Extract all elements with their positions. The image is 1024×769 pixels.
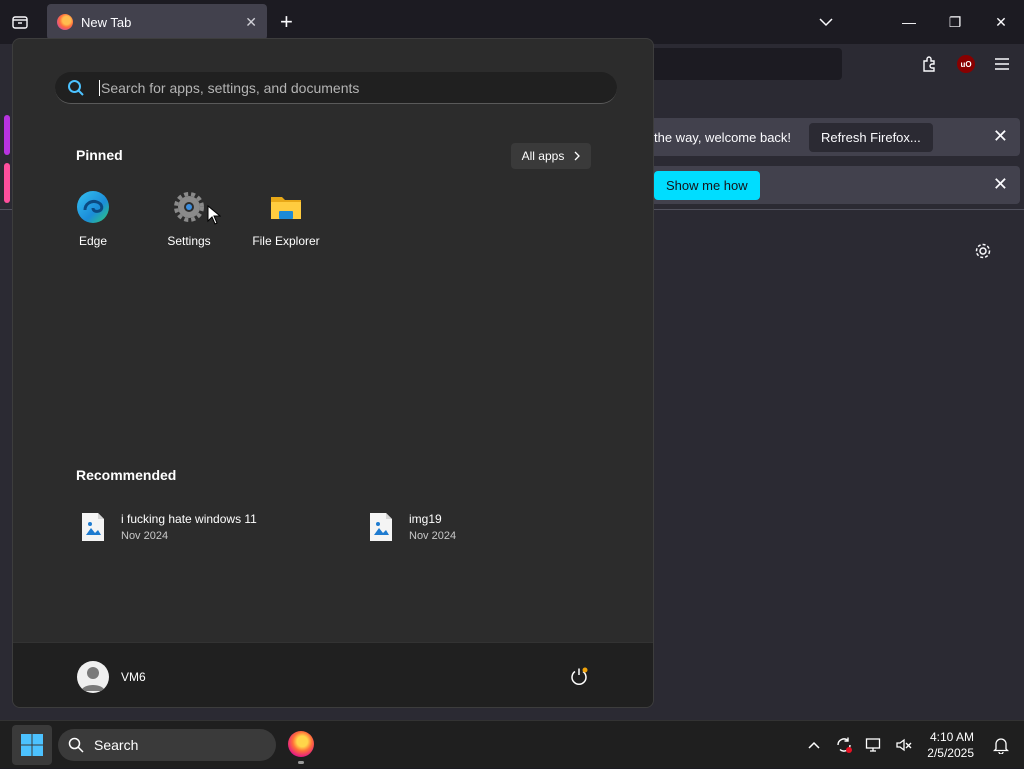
recommended-heading: Recommended bbox=[76, 467, 177, 483]
start-menu: Search for apps, settings, and documents… bbox=[12, 38, 654, 708]
close-notification-icon[interactable]: ✕ bbox=[993, 126, 1008, 147]
hamburger-menu-icon[interactable] bbox=[990, 52, 1014, 76]
page-settings-gear-icon[interactable] bbox=[972, 240, 994, 262]
edge-icon bbox=[77, 191, 109, 223]
power-icon[interactable] bbox=[569, 667, 589, 687]
firefox-icon bbox=[57, 14, 73, 30]
taskbar: Search 4:10 AM 2/5/2025 bbox=[0, 720, 1024, 768]
new-tab-button[interactable]: + bbox=[280, 10, 293, 34]
pinned-heading: Pinned bbox=[76, 147, 123, 163]
minimize-button[interactable]: — bbox=[886, 0, 932, 44]
pinned-app-label: File Explorer bbox=[252, 234, 320, 248]
firefox-taskbar-icon[interactable] bbox=[288, 731, 314, 757]
notification-message: the way, welcome back! bbox=[654, 129, 792, 145]
close-window-button[interactable]: ✕ bbox=[978, 0, 1024, 44]
pinned-app-file-explorer[interactable]: File Explorer bbox=[241, 189, 331, 248]
show-me-how-button[interactable]: Show me how bbox=[654, 170, 760, 200]
mouse-cursor-icon bbox=[207, 205, 221, 225]
image-file-icon bbox=[370, 513, 392, 541]
system-tray: 4:10 AM 2/5/2025 bbox=[799, 721, 1024, 769]
tab-close-icon[interactable]: ✕ bbox=[245, 14, 257, 31]
recommended-file-name: i fucking hate windows 11 bbox=[121, 512, 257, 526]
taskbar-search-label: Search bbox=[94, 737, 139, 753]
list-all-tabs-chevron-icon[interactable] bbox=[814, 10, 838, 34]
close-notification-icon[interactable]: ✕ bbox=[993, 174, 1008, 195]
taskbar-search[interactable]: Search bbox=[58, 729, 276, 761]
search-placeholder: Search for apps, settings, and documents bbox=[101, 79, 360, 96]
avatar[interactable] bbox=[77, 661, 109, 693]
notification-accent bbox=[4, 115, 10, 155]
recommended-file-name: img19 bbox=[409, 512, 442, 526]
ublock-origin-icon[interactable]: uO bbox=[954, 52, 978, 76]
network-icon[interactable] bbox=[859, 721, 889, 769]
recommended-item[interactable]: img19 Nov 2024 bbox=[369, 512, 456, 542]
gear-icon bbox=[174, 192, 204, 222]
pinned-app-edge[interactable]: Edge bbox=[48, 189, 138, 248]
start-button[interactable] bbox=[12, 725, 52, 765]
notification-accent bbox=[4, 163, 10, 203]
image-file-icon bbox=[82, 513, 104, 541]
system-clock[interactable]: 4:10 AM 2/5/2025 bbox=[927, 729, 974, 761]
refresh-firefox-button[interactable]: Refresh Firefox... bbox=[809, 122, 933, 152]
show-hidden-icons-chevron-icon[interactable] bbox=[799, 721, 829, 769]
restore-button[interactable]: ❐ bbox=[932, 0, 978, 44]
tab-title: New Tab bbox=[81, 14, 132, 30]
volume-muted-icon[interactable] bbox=[889, 721, 919, 769]
start-menu-footer: VM6 bbox=[13, 642, 653, 707]
sync-icon[interactable] bbox=[829, 721, 859, 769]
all-apps-label: All apps bbox=[521, 149, 565, 163]
show-me-how-notification: Show me how ✕ bbox=[600, 166, 1020, 204]
start-search-input[interactable]: Search for apps, settings, and documents bbox=[55, 72, 617, 104]
all-apps-button[interactable]: All apps bbox=[511, 143, 591, 169]
search-icon bbox=[68, 737, 84, 753]
extensions-icon[interactable] bbox=[918, 52, 942, 76]
clock-time: 4:10 AM bbox=[929, 730, 974, 744]
running-indicator bbox=[298, 761, 304, 764]
pinned-app-label: Settings bbox=[167, 234, 211, 248]
search-icon bbox=[68, 79, 84, 96]
notification-bell-icon[interactable] bbox=[986, 721, 1016, 769]
chevron-right-icon bbox=[574, 151, 581, 161]
user-name[interactable]: VM6 bbox=[121, 670, 146, 684]
tab-new-tab[interactable]: New Tab ✕ bbox=[47, 4, 267, 40]
pinned-app-label: Edge bbox=[78, 234, 108, 248]
recommended-file-date: Nov 2024 bbox=[121, 530, 169, 542]
clock-date: 2/5/2025 bbox=[927, 746, 974, 760]
text-caret bbox=[99, 79, 100, 96]
welcome-back-notification: the way, welcome back! Refresh Firefox..… bbox=[600, 118, 1020, 156]
recommended-file-date: Nov 2024 bbox=[409, 530, 457, 542]
windows-logo-icon bbox=[21, 734, 43, 756]
recommended-item[interactable]: i fucking hate windows 11 Nov 2024 bbox=[81, 512, 257, 542]
firefox-view-icon[interactable] bbox=[8, 10, 32, 34]
folder-icon bbox=[271, 197, 301, 219]
